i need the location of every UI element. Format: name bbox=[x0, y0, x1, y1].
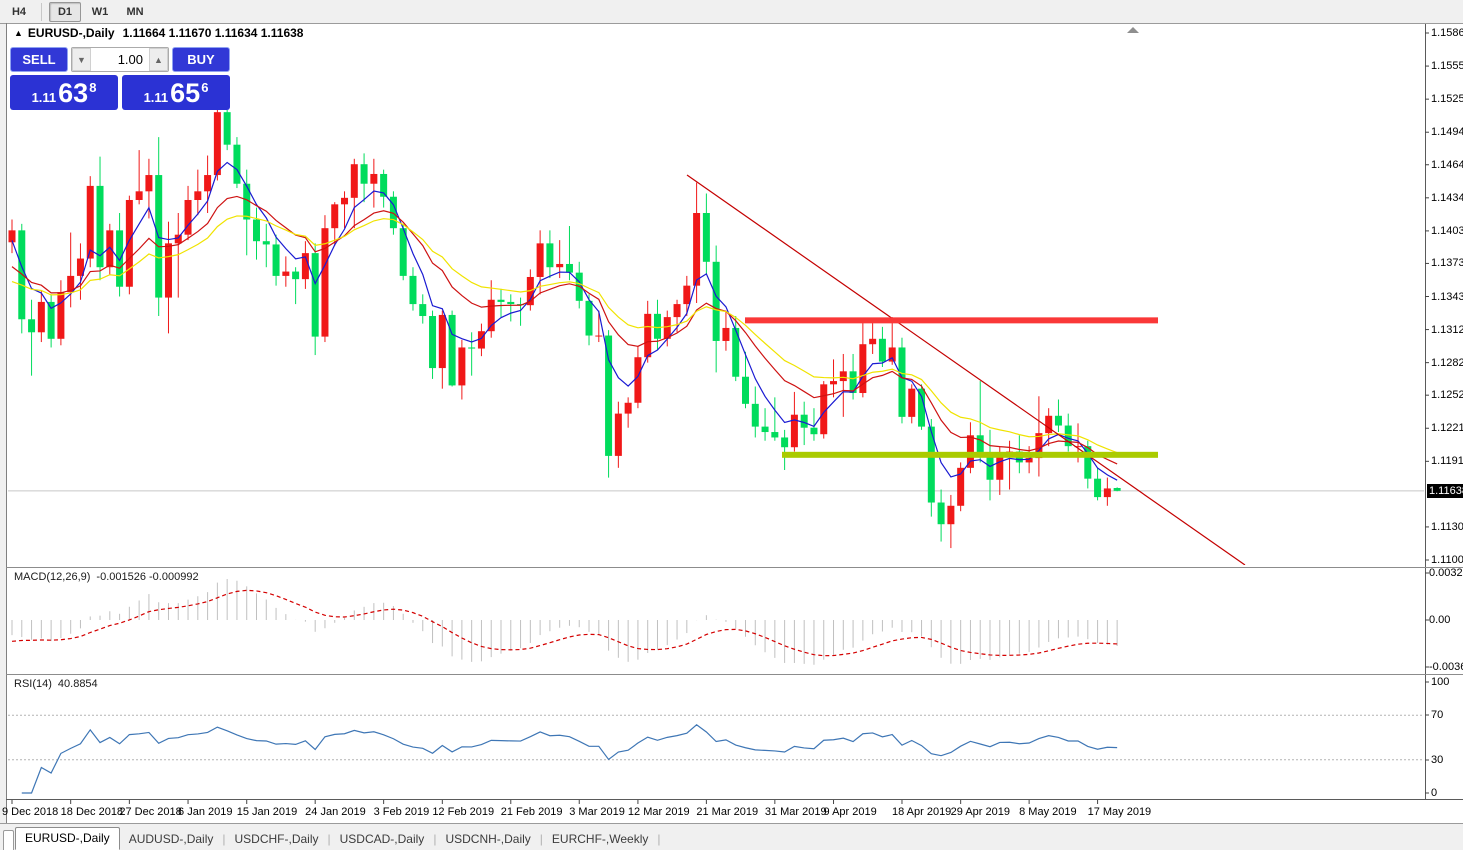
date-axis-label: 21 Feb 2019 bbox=[500, 806, 563, 818]
rsi-scale-label: 0 bbox=[1431, 787, 1438, 799]
tab-separator: | bbox=[657, 832, 661, 846]
date-axis-label: 24 Jan 2019 bbox=[305, 806, 366, 818]
rsi-indicator-label: RSI(14) 40.8854 bbox=[14, 678, 98, 690]
price-scale-label: 1.11305 bbox=[1431, 520, 1463, 533]
price-scale-label: 1.15250 bbox=[1431, 93, 1463, 106]
date-axis-label: 29 Apr 2019 bbox=[950, 806, 1010, 818]
buy-price-pip: 6 bbox=[201, 80, 209, 95]
price-scale-label: 1.15555 bbox=[1431, 60, 1463, 73]
price-scale-label: 1.13430 bbox=[1431, 290, 1463, 303]
date-axis-label: 15 Jan 2019 bbox=[236, 806, 298, 818]
current-price-tag: 1.11638 bbox=[1427, 483, 1463, 498]
mt4-window: H4 D1 W1 MN ▲ EURUSD-,Daily 1.11664 1.11670 1… bbox=[0, 0, 1463, 850]
chart-tab-eurusd[interactable]: EURUSD-,Daily bbox=[15, 827, 120, 850]
price-scale-label: 1.14340 bbox=[1431, 191, 1463, 204]
price-scale-label: 1.12520 bbox=[1431, 389, 1463, 402]
date-axis-label: 9 Apr 2019 bbox=[823, 806, 877, 818]
symbol-triangle-icon: ▲ bbox=[14, 28, 23, 38]
chart-tab-eurchf[interactable]: EURCHF-,Weekly bbox=[543, 829, 657, 850]
chart-tab-usdcad[interactable]: USDCAD-,Daily bbox=[331, 829, 434, 850]
price-scale-label: 1.11000 bbox=[1431, 554, 1463, 566]
lot-increase-button[interactable]: ▲ bbox=[149, 48, 168, 71]
symbol-name: EURUSD-,Daily bbox=[27, 26, 115, 40]
macd-scale-label: -0.00365 bbox=[1429, 661, 1463, 673]
lot-stepper: ▼ ▲ bbox=[71, 47, 169, 72]
timeframe-toolbar: H4 D1 W1 MN bbox=[0, 0, 1463, 23]
toolbar-separator bbox=[41, 2, 42, 21]
date-axis-label: 27 Dec 2018 bbox=[119, 806, 182, 818]
buy-price-prefix: 1.11 bbox=[143, 90, 169, 105]
date-axis-label: 8 May 2019 bbox=[1019, 806, 1077, 818]
price-scale-label: 1.13125 bbox=[1431, 323, 1463, 336]
sell-price-main: 63 bbox=[58, 78, 89, 108]
tab-scroll-stub[interactable] bbox=[3, 830, 14, 850]
timeframe-button-mn[interactable]: MN bbox=[119, 2, 151, 22]
date-axis-label: 9 Dec 2018 bbox=[2, 806, 59, 818]
chart-title: ▲ EURUSD-,Daily 1.11664 1.11670 1.11634 1.… bbox=[14, 26, 303, 40]
sell-button[interactable]: SELL bbox=[10, 47, 68, 72]
rsi-scale-label: 100 bbox=[1431, 676, 1450, 688]
macd-indicator-label: MACD(12,26,9) -0.001526 -0.000992 bbox=[14, 571, 199, 583]
price-scale-label: 1.15860 bbox=[1431, 27, 1463, 39]
price-scale-label: 1.14035 bbox=[1431, 224, 1463, 237]
rsi-scale-label: 70 bbox=[1431, 709, 1444, 721]
date-axis-label: 31 Mar 2019 bbox=[764, 806, 827, 818]
chart-canvas[interactable] bbox=[0, 0, 1463, 850]
sell-price-prefix: 1.11 bbox=[31, 90, 57, 105]
buy-price-main: 65 bbox=[170, 78, 201, 108]
date-axis-label: 6 Jan 2019 bbox=[178, 806, 233, 818]
chart-shift-marker-icon bbox=[1127, 27, 1139, 33]
date-axis-label: 3 Mar 2019 bbox=[569, 806, 625, 818]
chart-tab-usdcnh[interactable]: USDCNH-,Daily bbox=[436, 829, 539, 850]
chart-tab-bar: EURUSD-,Daily AUDUSD-,Daily | USDCHF-,Daily… bbox=[0, 824, 1463, 850]
sell-price-quote[interactable]: 1.11 63 8 bbox=[10, 75, 118, 110]
price-scale-label: 1.11910 bbox=[1431, 455, 1463, 468]
price-scale-label: 1.14645 bbox=[1431, 158, 1463, 171]
sell-price-pip: 8 bbox=[89, 80, 97, 95]
ohlc-values: 1.11664 1.11670 1.11634 1.11638 bbox=[122, 26, 304, 40]
date-axis-label: 18 Apr 2019 bbox=[891, 806, 952, 818]
buy-price-quote[interactable]: 1.11 65 6 bbox=[122, 75, 230, 110]
lot-size-input[interactable] bbox=[91, 48, 149, 71]
timeframe-button-h4[interactable]: H4 bbox=[3, 2, 35, 22]
rsi-scale-label: 30 bbox=[1431, 754, 1444, 766]
buy-button[interactable]: BUY bbox=[172, 47, 230, 72]
timeframe-button-d1[interactable]: D1 bbox=[49, 1, 81, 22]
price-scale-label: 1.12215 bbox=[1431, 422, 1463, 435]
macd-scale-label: 0.00 bbox=[1429, 614, 1451, 626]
date-axis-label: 3 Feb 2019 bbox=[373, 806, 430, 818]
date-axis-label: 21 Mar 2019 bbox=[696, 806, 759, 818]
one-click-trading-panel: SELL ▼ ▲ BUY 1.11 63 8 1.11 65 6 bbox=[10, 47, 230, 110]
price-scale-label: 1.12820 bbox=[1431, 356, 1463, 369]
price-scale-label: 1.14945 bbox=[1431, 126, 1463, 139]
date-axis-label: 12 Mar 2019 bbox=[627, 806, 690, 818]
timeframe-button-w1[interactable]: W1 bbox=[84, 2, 116, 22]
chart-tab-usdchf[interactable]: USDCHF-,Daily bbox=[226, 829, 328, 850]
date-axis-label: 17 May 2019 bbox=[1087, 806, 1152, 818]
chart-tab-audusd[interactable]: AUDUSD-,Daily bbox=[120, 829, 223, 850]
price-scale-label: 1.13735 bbox=[1431, 257, 1463, 270]
date-axis-label: 12 Feb 2019 bbox=[432, 806, 495, 818]
macd-scale-label: 0.003287 bbox=[1429, 567, 1463, 579]
lot-decrease-button[interactable]: ▼ bbox=[72, 48, 91, 71]
date-axis-label: 18 Dec 2018 bbox=[60, 806, 124, 818]
